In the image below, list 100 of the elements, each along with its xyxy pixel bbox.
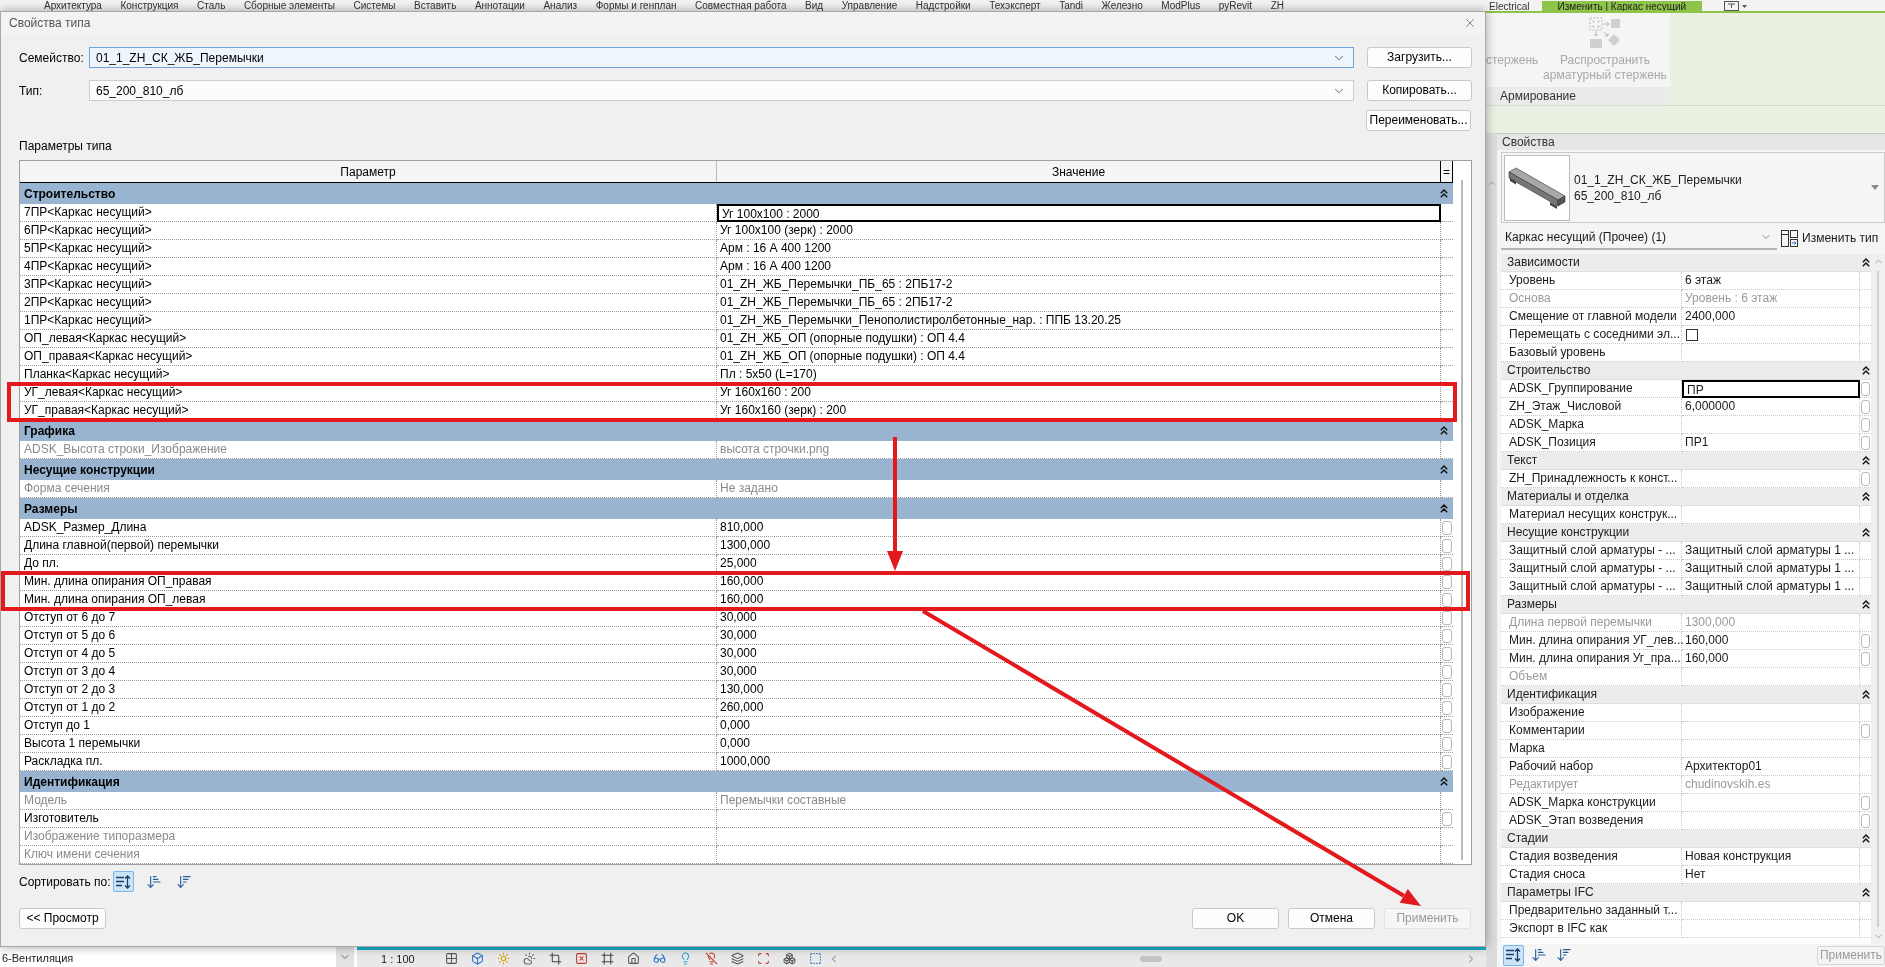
- edit-type-button[interactable]: Изменить тип: [1781, 227, 1879, 249]
- link-parameter-button[interactable]: [1442, 646, 1452, 661]
- scroll-down-button[interactable]: [336, 947, 354, 967]
- group-header[interactable]: Параметры IFC: [1501, 884, 1871, 902]
- link-parameter-button[interactable]: [1442, 592, 1452, 607]
- link-parameter-button[interactable]: [1861, 723, 1870, 738]
- cube-icon[interactable]: [470, 952, 484, 965]
- double-chevron-up-icon[interactable]: [1862, 690, 1870, 699]
- link-parameter-button[interactable]: [1861, 399, 1870, 414]
- property-value-field[interactable]: [1682, 704, 1860, 722]
- dialog-button[interactable]: Отмена: [1288, 908, 1375, 929]
- link-parameter-button[interactable]: [1442, 700, 1452, 715]
- layers-icon[interactable]: [730, 952, 744, 965]
- group-header[interactable]: Текст: [1501, 452, 1871, 470]
- ribbon-tab[interactable]: Совместная работа: [693, 0, 789, 11]
- property-value-field[interactable]: [1682, 740, 1860, 758]
- hash-icon[interactable]: [600, 952, 614, 965]
- double-chevron-up-icon[interactable]: [1862, 834, 1870, 843]
- link-parameter-button[interactable]: [1861, 471, 1870, 486]
- ribbon-tab[interactable]: ModPlus: [1159, 0, 1203, 11]
- double-chevron-up-icon[interactable]: [1862, 600, 1870, 609]
- ribbon-tab[interactable]: Формы и генплан: [593, 0, 679, 11]
- link-parameter-button[interactable]: [1442, 538, 1452, 553]
- link-parameter-button[interactable]: [1861, 795, 1870, 810]
- dialog-button[interactable]: Загрузить...: [1367, 47, 1472, 68]
- double-chevron-up-icon[interactable]: [1862, 366, 1870, 375]
- group-header[interactable]: Графика: [20, 420, 1453, 441]
- ribbon-tab[interactable]: Системы: [351, 0, 398, 11]
- ribbon-tab[interactable]: Вид: [803, 0, 826, 11]
- property-value[interactable]: Архитектор01: [1682, 758, 1860, 776]
- property-value[interactable]: 6,000000: [1682, 398, 1860, 416]
- instance-filter-dropdown[interactable]: Каркас несущий (Прочее) (1): [1501, 226, 1777, 250]
- parameter-value[interactable]: Арм : 16 А 400 1200: [717, 258, 1441, 276]
- double-chevron-up-icon[interactable]: [1440, 465, 1448, 474]
- dialog-button[interactable]: Переименовать...: [1366, 110, 1471, 131]
- sun-icon[interactable]: [496, 952, 510, 965]
- parameter-value[interactable]: 30,000: [717, 627, 1441, 645]
- link-parameter-button[interactable]: [1442, 682, 1452, 697]
- scrollbar-thumb[interactable]: [1461, 180, 1463, 860]
- vertical-scrollbar[interactable]: [1871, 254, 1885, 944]
- property-value[interactable]: Защитный слой арматуры 1 ...: [1682, 542, 1860, 560]
- ribbon-tab[interactable]: Сталь: [195, 0, 228, 11]
- ribbon-tab[interactable]: Конструкция: [118, 0, 181, 11]
- group-header[interactable]: Зависимости: [1501, 254, 1871, 272]
- property-value-field[interactable]: [1682, 920, 1860, 938]
- browser-item[interactable]: 6-Вентиляция: [0, 951, 74, 965]
- parameter-value[interactable]: Пл : 5x50 (L=170): [717, 366, 1441, 384]
- glasses-icon[interactable]: [652, 952, 666, 965]
- house-icon[interactable]: [626, 952, 640, 965]
- double-chevron-up-icon[interactable]: [1862, 492, 1870, 501]
- parameter-value[interactable]: Уг 100x100 (зерк) : 2000: [717, 222, 1441, 240]
- double-chevron-up-icon[interactable]: [1862, 528, 1870, 537]
- property-value-field[interactable]: [1682, 794, 1860, 812]
- ribbon-tab[interactable]: Управление: [839, 0, 900, 11]
- cloud-sun-icon[interactable]: [522, 952, 536, 965]
- group-header[interactable]: Размеры: [1501, 596, 1871, 614]
- chevron-up-icon[interactable]: [1486, 178, 1497, 188]
- caret-down-icon[interactable]: [1871, 185, 1879, 190]
- ribbon-tab[interactable]: Electrical: [1487, 0, 1532, 12]
- property-value[interactable]: 2400,000: [1682, 308, 1860, 326]
- link-parameter-button[interactable]: [1442, 574, 1452, 589]
- parameter-value[interactable]: 30,000: [717, 645, 1441, 663]
- property-value[interactable]: Защитный слой арматуры 1 ...: [1682, 560, 1860, 578]
- link-parameter-button[interactable]: [1442, 754, 1452, 769]
- double-chevron-up-icon[interactable]: [1862, 456, 1870, 465]
- link-parameter-button[interactable]: [1861, 417, 1870, 432]
- column-header[interactable]: =: [1441, 161, 1453, 182]
- group-header[interactable]: Несущие конструкции: [20, 459, 1453, 480]
- ribbon-tab[interactable]: pyRevit: [1216, 0, 1255, 11]
- link-parameter-button[interactable]: [1861, 381, 1870, 396]
- group-header[interactable]: Размеры: [20, 498, 1453, 519]
- ribbon-tab[interactable]: Надстройки: [913, 0, 973, 11]
- ribbon-tab[interactable]: Железно: [1099, 0, 1145, 11]
- parameter-value[interactable]: 0,000: [717, 717, 1441, 735]
- boxes-icon[interactable]: [782, 952, 796, 965]
- parameter-value[interactable]: 01_ZH_ЖБ_Перемычки_Пенополистиролбетонные_нар. : ППБ 13.20.25: [717, 312, 1441, 330]
- property-value-field[interactable]: [1682, 902, 1860, 920]
- parameter-value[interactable]: 30,000: [717, 609, 1441, 627]
- parameter-value[interactable]: 01_ZH_ЖБ_Перемычки_ПБ_65 : 2ПБ17-2: [717, 276, 1441, 294]
- group-header[interactable]: Стадии: [1501, 830, 1871, 848]
- double-chevron-up-icon[interactable]: [1440, 504, 1448, 513]
- link-parameter-button[interactable]: [1861, 813, 1870, 828]
- link-parameter-button[interactable]: [1861, 633, 1870, 648]
- sort-button[interactable]: [1503, 944, 1524, 966]
- group-header[interactable]: Строительство: [1501, 362, 1871, 380]
- parameter-value[interactable]: 810,000: [717, 519, 1441, 537]
- group-header[interactable]: Идентификация: [1501, 686, 1871, 704]
- grid-icon[interactable]: [444, 952, 458, 965]
- text-box-caret-icon[interactable]: [1724, 0, 1749, 11]
- property-value-field[interactable]: [1682, 722, 1860, 740]
- parameter-value-field[interactable]: [717, 810, 1441, 828]
- view-scale[interactable]: 1 : 100: [381, 951, 415, 966]
- square-dashed-icon[interactable]: [808, 952, 822, 965]
- lightbulb-off-icon[interactable]: [704, 952, 718, 965]
- link-parameter-button[interactable]: [1442, 610, 1452, 625]
- link-parameter-button[interactable]: [1861, 435, 1870, 450]
- dialog-button[interactable]: << Просмотр: [19, 908, 106, 929]
- parameter-value[interactable]: Арм : 16 А 400 1200: [717, 240, 1441, 258]
- link-parameter-button[interactable]: [1442, 664, 1452, 679]
- ribbon-tab[interactable]: Анализ: [541, 0, 580, 11]
